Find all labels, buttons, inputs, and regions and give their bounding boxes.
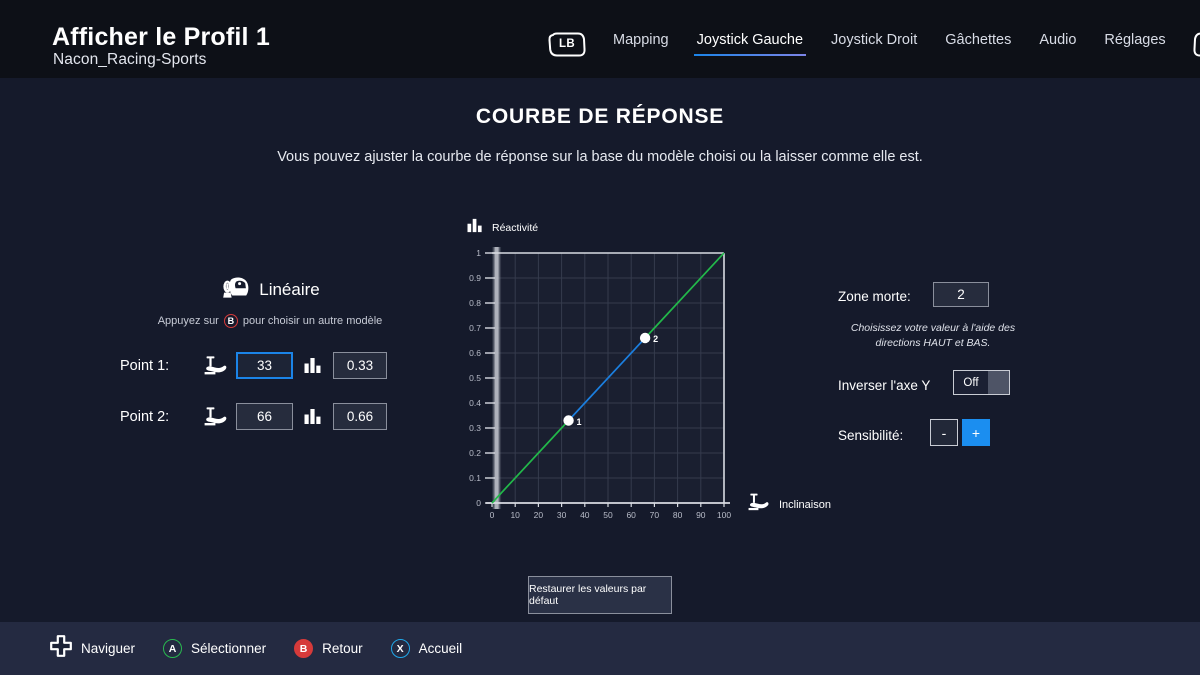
page-profile-title: Afficher le Profil 1 — [52, 23, 270, 52]
invert-y-label: Inverser l'axe Y — [838, 378, 930, 393]
hint-home-label: Accueil — [419, 641, 463, 656]
left-bumper-icon[interactable]: LB — [548, 32, 586, 57]
button-b-icon: B — [224, 314, 238, 328]
model-change-hint: Appuyez sur B pour choisir un autre modè… — [120, 314, 420, 328]
x-tick-label: 0 — [481, 510, 503, 520]
page-description: Vous pouvez ajuster la courbe de réponse… — [0, 149, 1200, 165]
deadzone-hint: Choisissez votre valeur à l'aide des dir… — [844, 321, 1022, 351]
dpad-icon — [50, 635, 72, 662]
x-tick-label: 70 — [643, 510, 665, 520]
point-1-row: Point 1: 33 0.33 — [120, 352, 420, 379]
button-a-icon: A — [163, 639, 182, 658]
left-bumper-label: LB — [559, 38, 575, 50]
deadzone-row: Zone morte: 2 — [838, 284, 1088, 309]
hint-back-label: Retour — [322, 641, 363, 656]
x-tick-label: 10 — [504, 510, 526, 520]
point-1-tilt-value[interactable]: 33 — [236, 352, 293, 379]
joystick-tilt-icon — [196, 356, 236, 375]
nav-item-reglages[interactable]: Réglages — [1104, 32, 1165, 56]
joystick-settings-panel: Zone morte: 2 Choisissez votre valeur à … — [838, 284, 1088, 448]
bars-icon — [293, 357, 333, 374]
x-tick-label: 20 — [527, 510, 549, 520]
y-tick-label: 0.8 — [459, 298, 481, 308]
point-2-label: Point 2: — [120, 409, 196, 425]
point-1-label: Point 1: — [120, 358, 196, 374]
point-2-tilt-value[interactable]: 66 — [236, 403, 293, 430]
nav-item-gachettes[interactable]: Gâchettes — [945, 32, 1011, 56]
y-tick-label: 0.6 — [459, 348, 481, 358]
x-tick-label: 30 — [551, 510, 573, 520]
x-tick-label: 80 — [667, 510, 689, 520]
hint-navigate-label: Naviguer — [81, 641, 135, 656]
button-b-icon: B — [294, 639, 313, 658]
x-tick-label: 90 — [690, 510, 712, 520]
y-tick-label: 0.4 — [459, 398, 481, 408]
chart-point-label: 2 — [653, 334, 658, 344]
x-axis-label: Inclinaison — [779, 499, 831, 511]
header-band: Afficher le Profil 1 Nacon_Racing-Sports… — [0, 0, 1200, 78]
sensitivity-label: Sensibilité: — [838, 428, 903, 443]
chart-tick-labels: 1200.10.20.30.40.50.60.70.80.91010203040… — [462, 218, 762, 518]
model-selector[interactable]: Linéaire — [120, 275, 420, 305]
invert-y-row: Inverser l'axe Y Off — [838, 373, 1088, 398]
deadzone-value[interactable]: 2 — [933, 282, 989, 307]
point-2-response-value[interactable]: 0.66 — [333, 403, 387, 430]
page-profile-subtitle: Nacon_Racing-Sports — [53, 51, 207, 69]
page-title: COURBE DE RÉPONSE — [0, 105, 1200, 129]
helmet-icon — [220, 276, 250, 305]
hint-home: X Accueil — [391, 639, 463, 658]
model-hint-prefix: Appuyez sur — [158, 315, 219, 327]
y-tick-label: 0.9 — [459, 273, 481, 283]
sensitivity-decrease-button[interactable]: - — [930, 419, 958, 446]
toggle-track — [988, 371, 1009, 394]
nav-item-joystick-gauche[interactable]: Joystick Gauche — [697, 32, 803, 56]
x-tick-label: 60 — [620, 510, 642, 520]
bars-icon — [293, 408, 333, 425]
hint-back: B Retour — [294, 639, 363, 658]
bottom-hint-bar: Naviguer A Sélectionner B Retour X Accue… — [0, 622, 1200, 675]
y-tick-label: 0.5 — [459, 373, 481, 383]
hint-navigate: Naviguer — [50, 635, 135, 662]
chart-point-label: 1 — [577, 417, 582, 427]
y-tick-label: 0.2 — [459, 448, 481, 458]
sensitivity-stepper: - + — [930, 419, 990, 446]
nav-item-list: Mapping Joystick Gauche Joystick Droit G… — [613, 32, 1166, 56]
hint-select-label: Sélectionner — [191, 641, 266, 656]
curve-model-panel: Linéaire Appuyez sur B pour choisir un a… — [120, 275, 420, 430]
y-tick-label: 0.1 — [459, 473, 481, 483]
right-bumper-icon[interactable]: RB — [1193, 32, 1200, 57]
model-name: Linéaire — [259, 280, 320, 300]
model-hint-suffix: pour choisir un autre modèle — [243, 315, 382, 327]
x-tick-label: 40 — [574, 510, 596, 520]
button-x-icon: X — [391, 639, 410, 658]
y-tick-label: 0 — [459, 498, 481, 508]
point-2-row: Point 2: 66 0.66 — [120, 403, 420, 430]
x-tick-label: 50 — [597, 510, 619, 520]
point-1-response-value[interactable]: 0.33 — [333, 352, 387, 379]
sensitivity-increase-button[interactable]: + — [962, 419, 990, 446]
main-nav: LB Mapping Joystick Gauche Joystick Droi… — [548, 28, 1200, 60]
joystick-tilt-icon — [196, 407, 236, 426]
deadzone-label: Zone morte: — [838, 289, 911, 304]
invert-y-toggle[interactable]: Off — [953, 370, 1010, 395]
nav-item-audio[interactable]: Audio — [1039, 32, 1076, 56]
nav-item-joystick-droit[interactable]: Joystick Droit — [831, 32, 917, 56]
nav-item-mapping[interactable]: Mapping — [613, 32, 669, 56]
y-tick-label: 0.7 — [459, 323, 481, 333]
invert-y-value: Off — [954, 371, 988, 394]
hint-select: A Sélectionner — [163, 639, 266, 658]
restore-defaults-button[interactable]: Restaurer les valeurs par défaut — [528, 576, 672, 614]
x-tick-label: 100 — [713, 510, 735, 520]
app-root: Afficher le Profil 1 Nacon_Racing-Sports… — [0, 0, 1200, 675]
y-tick-label: 0.3 — [459, 423, 481, 433]
sensitivity-row: Sensibilité: - + — [838, 423, 1088, 448]
y-tick-label: 1 — [459, 248, 481, 258]
